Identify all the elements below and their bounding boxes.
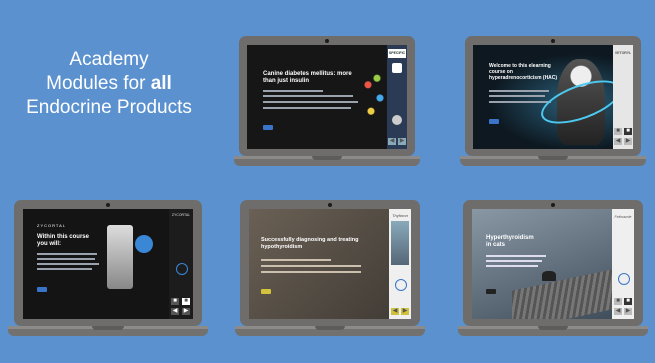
brand-panel: ZYCORTAL ■ ■ ◀ ▶ bbox=[169, 209, 193, 319]
next-button[interactable]: ▶ bbox=[624, 138, 632, 145]
laptop-diabetes[interactable]: Canine diabetes mellitus: more than just… bbox=[234, 36, 420, 166]
module-headline: Canine diabetes mellitus: more than just… bbox=[263, 71, 352, 84]
menu-button[interactable]: ■ bbox=[182, 298, 190, 305]
brand-logo: SPECIFIC bbox=[388, 49, 406, 58]
brand-wordmark: ZYCORTAL bbox=[37, 223, 66, 228]
prev-button[interactable]: ◀ bbox=[171, 308, 179, 315]
heading-line-2: Modules for all bbox=[46, 73, 172, 94]
dechra-logo-icon bbox=[618, 273, 630, 285]
webcam-icon bbox=[551, 203, 555, 207]
webcam-icon bbox=[551, 39, 555, 43]
start-button[interactable] bbox=[263, 125, 273, 130]
body-text bbox=[489, 90, 549, 92]
prev-button[interactable]: ◀ bbox=[391, 308, 399, 315]
start-button[interactable] bbox=[486, 289, 496, 294]
body-text bbox=[486, 260, 542, 262]
module-headline: Welcome to this elearning course on hype… bbox=[489, 63, 558, 81]
body-text bbox=[263, 107, 351, 109]
brand-logo: Felimazole bbox=[614, 215, 632, 219]
laptop-felimazole[interactable]: Hyperthyroidism in cats Felimazole ■ ■ ◀… bbox=[458, 200, 648, 336]
screen-felimazole: Hyperthyroidism in cats Felimazole ■ ■ ◀… bbox=[472, 209, 634, 319]
audio-button[interactable]: ■ bbox=[171, 298, 179, 305]
prev-button[interactable]: ◀ bbox=[388, 138, 396, 145]
brand-panel: VETORYL ■ ■ ◀ ▶ bbox=[613, 45, 633, 149]
module-headline: Successfully diagnosing and treating hyp… bbox=[261, 237, 359, 250]
device-icon bbox=[392, 115, 402, 125]
page-heading: Academy Modules for all Endocrine Produc… bbox=[14, 48, 204, 120]
body-text bbox=[263, 90, 323, 92]
menu-button[interactable]: ■ bbox=[624, 128, 632, 135]
brand-panel: Felimazole ■ ■ ◀ ▶ bbox=[612, 209, 634, 319]
audio-button[interactable]: ■ bbox=[614, 298, 622, 305]
dechra-logo-icon bbox=[176, 263, 188, 275]
laptop-zycortal[interactable]: ZYCORTAL Within this course you will: ZY… bbox=[8, 200, 208, 336]
module-headline: Hyperthyroidism in cats bbox=[486, 235, 534, 248]
dog-icon bbox=[392, 63, 402, 73]
rooftop-graphic bbox=[512, 267, 622, 319]
body-text bbox=[261, 265, 361, 267]
body-text bbox=[37, 263, 99, 265]
product-vial-graphic bbox=[107, 225, 133, 289]
start-button[interactable] bbox=[37, 287, 47, 292]
webcam-icon bbox=[325, 39, 329, 43]
brand-logo: Thyforon bbox=[392, 213, 408, 218]
webcam-icon bbox=[328, 203, 332, 207]
cat-silhouette bbox=[542, 271, 556, 281]
module-headline: Within this course you will: bbox=[37, 234, 89, 247]
body-text bbox=[489, 101, 551, 103]
laptop-thyforon[interactable]: Successfully diagnosing and treating hyp… bbox=[235, 200, 425, 336]
brand-logo-small: ZYCORTAL bbox=[171, 213, 191, 217]
next-button[interactable]: ▶ bbox=[398, 138, 406, 145]
prev-button[interactable]: ◀ bbox=[614, 138, 622, 145]
start-button[interactable] bbox=[261, 289, 271, 294]
body-text bbox=[263, 95, 353, 97]
body-text bbox=[261, 259, 331, 261]
heading-line-1: Academy bbox=[69, 49, 149, 70]
next-button[interactable]: ▶ bbox=[401, 308, 409, 315]
screen-zycortal: ZYCORTAL Within this course you will: ZY… bbox=[23, 209, 193, 319]
screen-thyforon: Successfully diagnosing and treating hyp… bbox=[249, 209, 411, 319]
body-text bbox=[261, 271, 361, 273]
heading-emphasis: all bbox=[150, 73, 172, 94]
heading-line-3: Endocrine Products bbox=[26, 97, 192, 118]
start-button[interactable] bbox=[489, 119, 499, 124]
body-text bbox=[37, 258, 95, 260]
brand-panel: Thyforon ◀ ▶ bbox=[389, 209, 411, 319]
prev-button[interactable]: ◀ bbox=[614, 308, 622, 315]
body-text bbox=[486, 265, 538, 267]
next-button[interactable]: ▶ bbox=[624, 308, 632, 315]
audio-button[interactable]: ■ bbox=[614, 128, 622, 135]
dechra-logo-icon bbox=[395, 279, 407, 291]
body-text bbox=[37, 268, 92, 270]
body-text bbox=[489, 95, 545, 97]
menu-button[interactable]: ■ bbox=[624, 298, 632, 305]
screen-diabetes: Canine diabetes mellitus: more than just… bbox=[247, 45, 407, 149]
brand-panel: SPECIFIC ◀ ▶ bbox=[387, 45, 407, 149]
body-text bbox=[486, 255, 546, 257]
badge-icon bbox=[135, 235, 153, 253]
body-text bbox=[263, 101, 358, 103]
dog-photo bbox=[391, 221, 409, 265]
body-text bbox=[37, 253, 97, 255]
colorful-dots-graphic bbox=[359, 65, 389, 131]
webcam-icon bbox=[106, 203, 110, 207]
laptop-hac[interactable]: Welcome to this elearning course on hype… bbox=[460, 36, 646, 166]
next-button[interactable]: ▶ bbox=[182, 308, 190, 315]
brand-logo: VETORYL bbox=[614, 51, 632, 55]
screen-hac: Welcome to this elearning course on hype… bbox=[473, 45, 633, 149]
